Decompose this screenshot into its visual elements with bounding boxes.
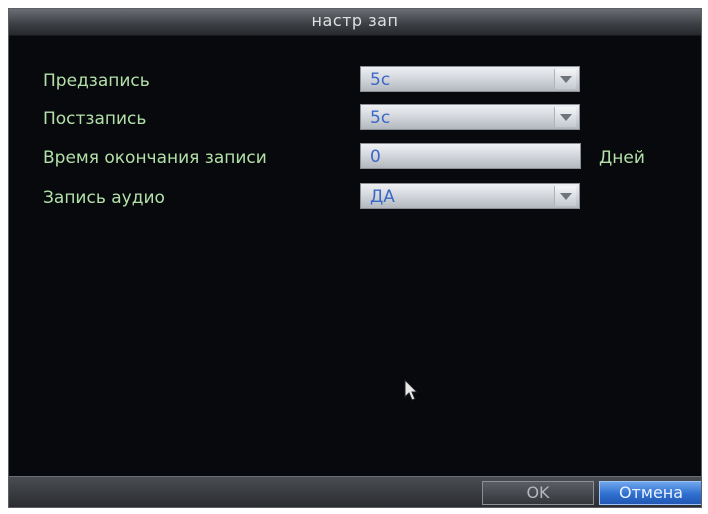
expiry-days-input[interactable]: 0 bbox=[360, 143, 581, 169]
dialog-title: настр зап bbox=[311, 11, 399, 30]
expiry-label: Время окончания записи bbox=[43, 148, 267, 168]
setting-row-postrecord: Постзапись 5с bbox=[9, 103, 701, 135]
audio-value: ДА bbox=[370, 187, 395, 207]
dialog-title-bar: настр зап bbox=[9, 9, 701, 36]
postrecord-select[interactable]: 5с bbox=[360, 104, 580, 130]
record-settings-dialog: настр зап Предзапись 5с Постзапись 5с Вр… bbox=[8, 8, 702, 508]
setting-row-expiry: Время окончания записи 0 Дней bbox=[9, 142, 701, 174]
prerecord-select[interactable]: 5с bbox=[360, 66, 580, 92]
postrecord-value: 5с bbox=[370, 108, 391, 128]
expiry-value: 0 bbox=[370, 147, 381, 167]
audio-select[interactable]: ДА bbox=[360, 183, 580, 209]
postrecord-label: Постзапись bbox=[43, 109, 147, 129]
chevron-down-icon[interactable] bbox=[554, 186, 576, 206]
prerecord-value: 5с bbox=[370, 70, 391, 90]
expiry-unit-label: Дней bbox=[599, 148, 645, 168]
setting-row-audio: Запись аудио ДА bbox=[9, 182, 701, 214]
audio-label: Запись аудио bbox=[43, 188, 165, 208]
dialog-button-bar: OK Отмена bbox=[9, 476, 701, 507]
setting-row-prerecord: Предзапись 5с bbox=[9, 65, 701, 97]
prerecord-label: Предзапись bbox=[43, 71, 150, 91]
mouse-pointer-icon bbox=[404, 378, 420, 407]
chevron-down-icon[interactable] bbox=[554, 107, 576, 127]
ok-button[interactable]: OK bbox=[482, 481, 594, 505]
chevron-down-icon[interactable] bbox=[554, 69, 576, 89]
cancel-button[interactable]: Отмена bbox=[599, 481, 701, 505]
